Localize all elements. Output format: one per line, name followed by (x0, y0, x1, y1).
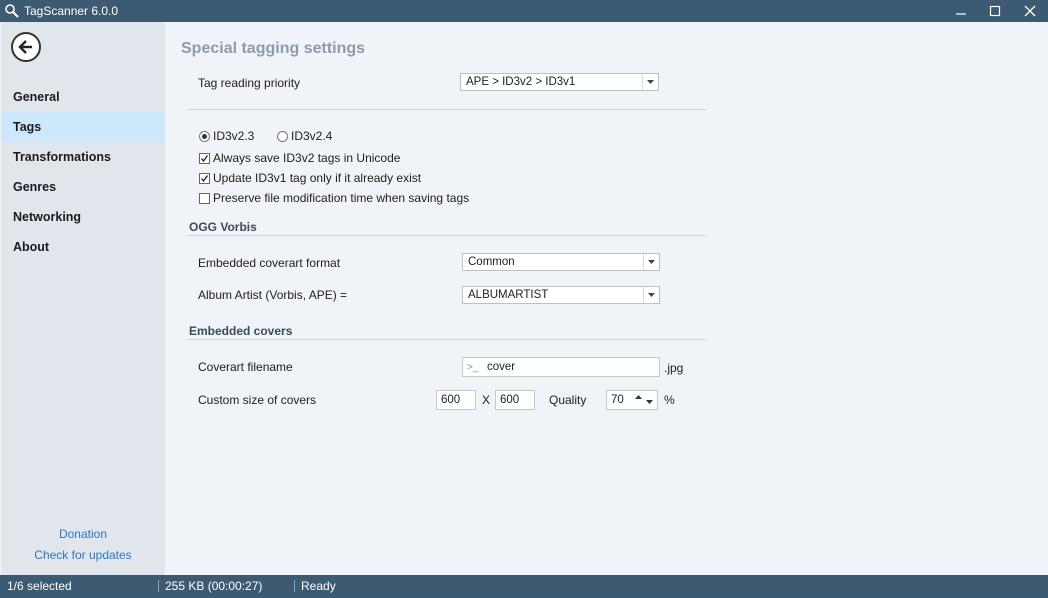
tag-reading-priority-value: APE > ID3v2 > ID3v1 (466, 76, 576, 88)
stepper-up-icon[interactable] (634, 393, 643, 402)
ogg-vorbis-heading: OGG Vorbis (189, 220, 257, 234)
check-updates-link[interactable]: Check for updates (1, 548, 165, 562)
selection-status: 1/6 selected (7, 579, 72, 593)
preserve-time-checkbox[interactable] (199, 193, 210, 204)
maximize-icon (989, 5, 1001, 17)
update-id3v1-checkbox-label: Update ID3v1 tag only if it already exis… (213, 171, 422, 185)
cover-height-input[interactable]: 600 (495, 390, 535, 410)
divider (187, 235, 707, 236)
cover-width-value: 600 (441, 394, 461, 406)
size-status: 255 KB (00:00:27) (165, 579, 263, 593)
back-arrow-icon (18, 40, 32, 54)
coverart-filename-label: Coverart filename (198, 360, 293, 374)
custom-size-label: Custom size of covers (198, 393, 317, 407)
album-artist-select[interactable]: ALBUMARTIST (462, 286, 660, 304)
quality-stepper[interactable]: 70 (606, 390, 658, 410)
checkmark-icon (200, 155, 209, 163)
sidebar-item-genres[interactable]: Genres (1, 172, 165, 202)
checkmark-icon (200, 175, 209, 183)
status-separator (294, 580, 295, 592)
chevron-down-icon (643, 254, 659, 270)
tag-reading-priority-select[interactable]: APE > ID3v2 > ID3v1 (460, 73, 659, 91)
sidebar-item-about[interactable]: About (1, 232, 165, 262)
coverart-format-value: Common (468, 256, 515, 268)
page-title: Special tagging settings (181, 40, 366, 57)
divider (187, 339, 707, 340)
sidebar: General Tags Transformations Genres Netw… (1, 22, 165, 575)
id3v23-label: ID3v2.3 (213, 129, 255, 143)
quality-unit-label: % (664, 393, 675, 407)
magnifier-icon (4, 3, 20, 19)
sidebar-item-general[interactable]: General (1, 82, 165, 112)
id3v24-radio[interactable] (277, 131, 288, 142)
ready-status: Ready (301, 579, 336, 593)
coverart-format-select[interactable]: Common (462, 253, 660, 271)
jpg-extension-label: .jpg (664, 361, 684, 375)
back-button[interactable] (11, 32, 41, 62)
sidebar-item-transformations[interactable]: Transformations (1, 142, 165, 172)
chevron-down-icon (642, 74, 658, 90)
album-artist-value: ALBUMARTIST (468, 289, 549, 301)
minimize-icon (956, 13, 966, 15)
coverart-format-label: Embedded coverart format (198, 256, 341, 270)
title-bar: TagScanner 6.0.0 (0, 0, 1048, 22)
minimize-button[interactable] (944, 0, 978, 22)
sidebar-item-tags[interactable]: Tags (1, 112, 165, 142)
id3v23-radio[interactable] (199, 131, 210, 142)
terminal-prompt-icon: >_ (467, 362, 479, 373)
cover-height-value: 600 (500, 394, 520, 406)
coverart-filename-value: cover (487, 361, 516, 373)
coverart-filename-input[interactable]: >_ cover (462, 357, 660, 377)
size-separator-label: X (482, 393, 491, 407)
chevron-down-icon (643, 287, 659, 303)
settings-panel: Special tagging settings Tag reading pri… (165, 22, 1047, 575)
unicode-checkbox-label: Always save ID3v2 tags in Unicode (213, 151, 401, 165)
embedded-covers-heading: Embedded covers (189, 324, 293, 338)
divider (187, 109, 707, 110)
tag-reading-priority-label: Tag reading priority (198, 76, 301, 90)
stepper-down-icon[interactable] (645, 398, 654, 407)
id3v24-label: ID3v2.4 (291, 129, 333, 143)
maximize-button[interactable] (978, 0, 1012, 22)
quality-label: Quality (549, 393, 587, 407)
status-bar: 1/6 selected 255 KB (00:00:27) Ready (0, 575, 1048, 598)
donation-link[interactable]: Donation (1, 527, 165, 541)
preserve-time-checkbox-label: Preserve file modification time when sav… (213, 191, 470, 205)
update-id3v1-checkbox[interactable] (199, 173, 210, 184)
sidebar-item-networking[interactable]: Networking (1, 202, 165, 232)
window-title: TagScanner 6.0.0 (24, 4, 119, 18)
close-icon (1024, 5, 1036, 17)
quality-value: 70 (611, 394, 624, 406)
status-separator (158, 580, 159, 592)
unicode-checkbox[interactable] (199, 153, 210, 164)
cover-width-input[interactable]: 600 (436, 390, 476, 410)
album-artist-label: Album Artist (Vorbis, APE) = (198, 288, 348, 302)
close-button[interactable] (1013, 0, 1047, 22)
